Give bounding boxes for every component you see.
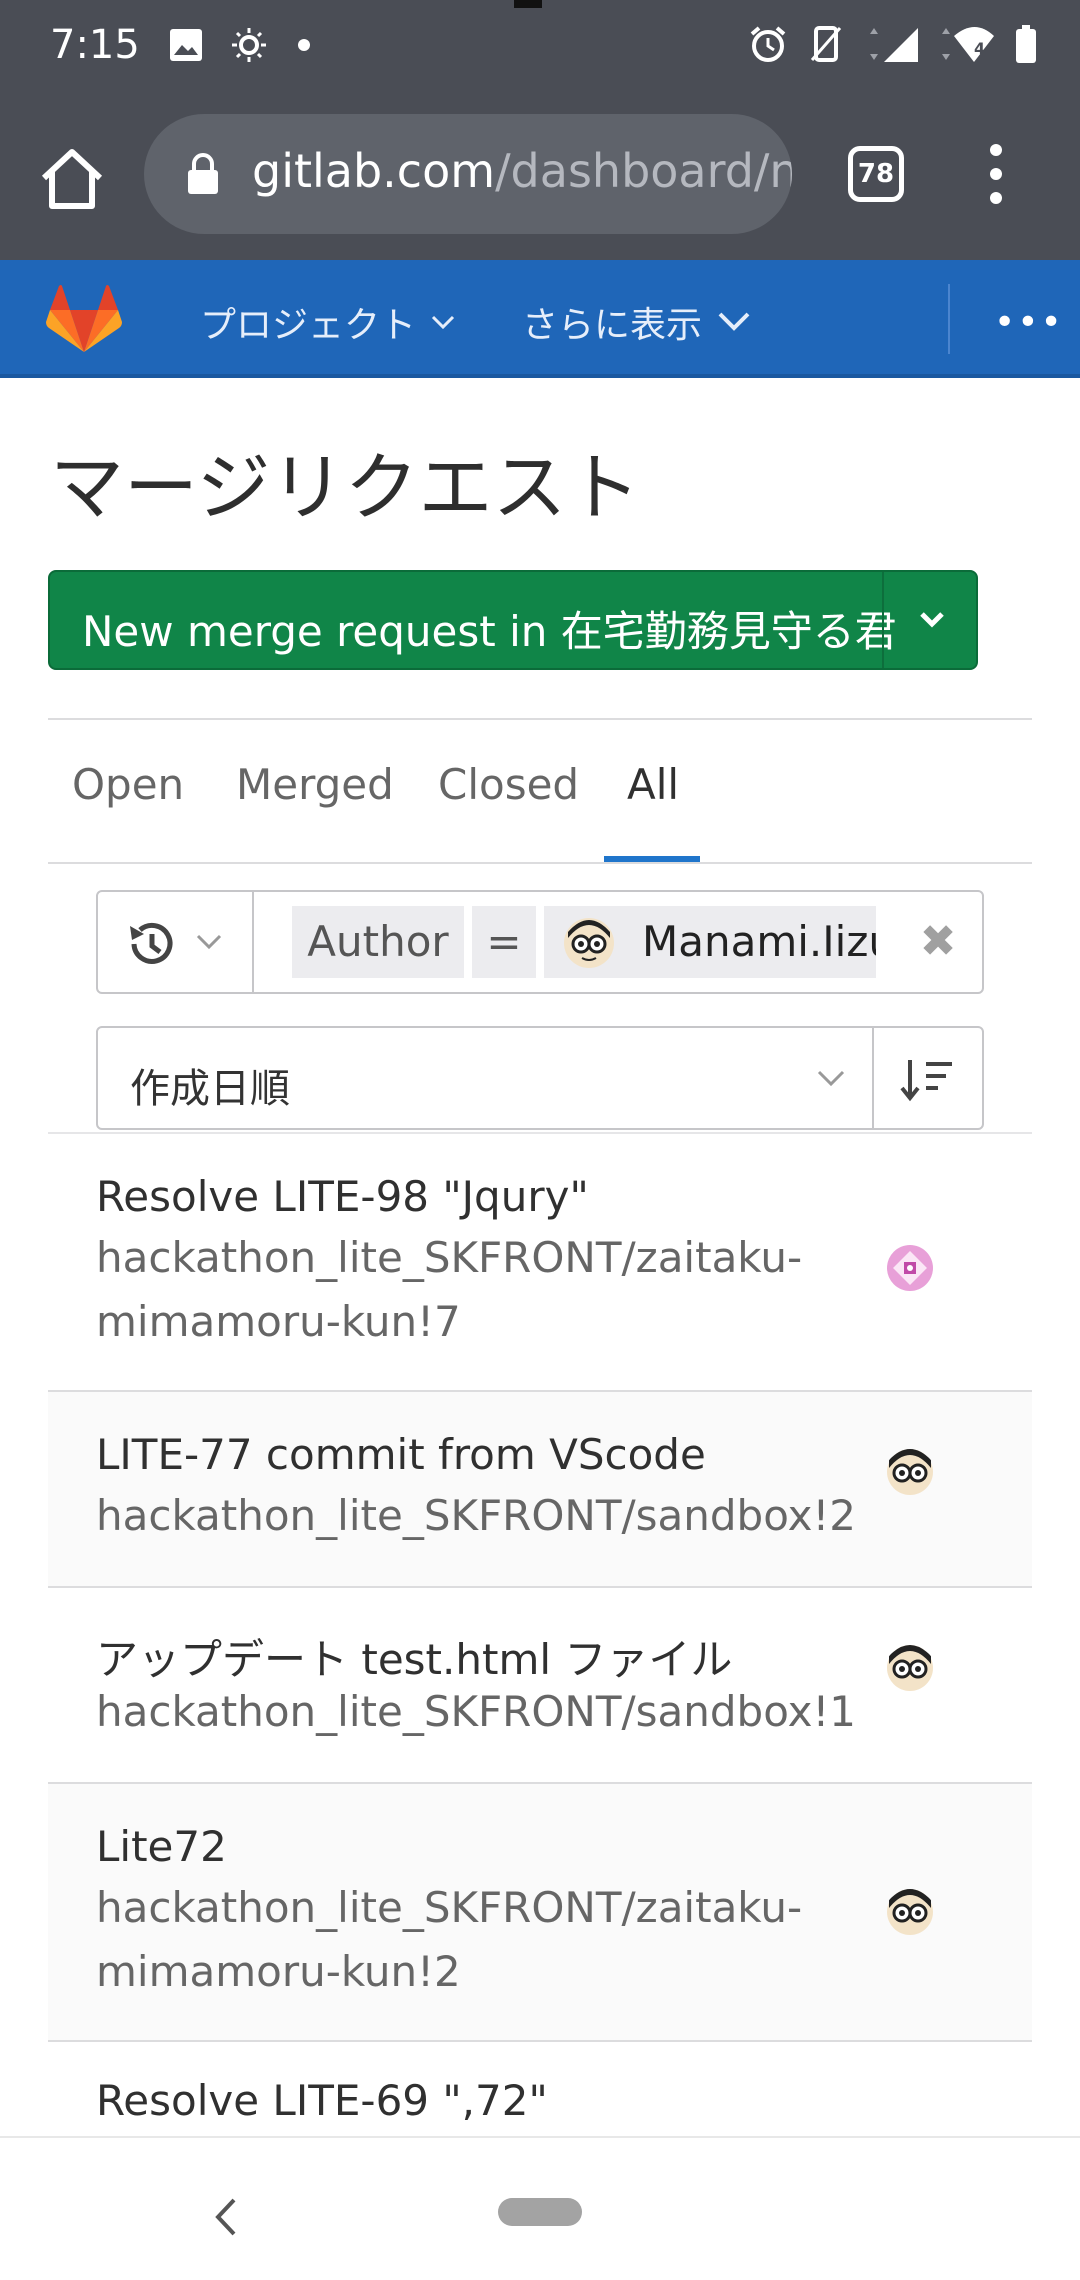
tab-open[interactable]: Open [72, 760, 184, 809]
lock-icon [188, 153, 218, 194]
vibrate-icon [810, 26, 842, 62]
back-icon[interactable] [210, 2194, 240, 2240]
divider [48, 862, 1032, 864]
url-host: gitlab.com [252, 144, 496, 198]
user-avatar [887, 1449, 933, 1495]
merge-request-row[interactable]: Resolve LITE-69 ",72" [48, 2042, 1032, 2136]
url-path: /dashboard/n [495, 144, 792, 198]
nav-projects-dropdown[interactable]: プロジェクト [200, 296, 456, 348]
filter-token-value-text: Manami.Iizu [642, 917, 876, 966]
more-vert-icon[interactable] [980, 142, 1012, 206]
nav-projects-label: プロジェクト [200, 305, 417, 346]
url-text: gitlab.com/dashboard/n [252, 144, 792, 198]
filter-token-field[interactable]: Author [292, 906, 464, 978]
dot-icon [298, 39, 310, 51]
tab-switcher-button[interactable]: 78 [848, 146, 904, 202]
merge-request-row[interactable]: LITE-77 commit from VScode hackathon_lit… [48, 1392, 1032, 1588]
merge-request-title[interactable]: Lite72 [96, 1822, 227, 1871]
reference-line: mimamoru-kun!2 [96, 1947, 461, 1996]
browser-toolbar: gitlab.com/dashboard/n 78 [0, 96, 1080, 260]
reference-line: hackathon_lite_SKFRONT/zaitaku- [96, 1233, 803, 1282]
tab-merged[interactable]: Merged [236, 760, 394, 809]
recent-searches-button[interactable] [98, 892, 254, 992]
reference-line: hackathon_lite_SKFRONT/zaitaku- [96, 1883, 803, 1932]
brightness-icon [232, 28, 266, 62]
home-gesture-pill[interactable] [498, 2198, 582, 2226]
signal-icon [870, 28, 918, 62]
sort-direction-icon[interactable] [900, 1056, 956, 1102]
home-icon[interactable] [38, 144, 106, 212]
merge-request-reference: hackathon_lite_SKFRONT/sandbox!1 [96, 1687, 857, 1736]
user-avatar [887, 1889, 933, 1935]
user-avatar [564, 918, 614, 968]
reference-line: mimamoru-kun!7 [96, 1297, 461, 1346]
status-right-icons: 4 [748, 24, 1038, 64]
tab-all[interactable]: All [627, 760, 679, 809]
gitlab-navbar: プロジェクト さらに表示 ••• [0, 260, 1080, 378]
button-divider [882, 572, 884, 668]
status-time: 7:15 [50, 22, 140, 68]
nav-more-label: さらに表示 [522, 305, 703, 346]
address-bar[interactable]: gitlab.com/dashboard/n [144, 114, 792, 234]
camera-notch [514, 0, 542, 8]
page-title: マージリクエスト [50, 445, 641, 531]
merge-request-title[interactable]: Resolve LITE-69 ",72" [96, 2076, 548, 2125]
clear-filter-icon[interactable]: ✖ [910, 914, 966, 970]
alarm-icon [750, 26, 786, 62]
sort-dropdown[interactable]: 作成日順 [130, 1056, 290, 1114]
filter-token-operator[interactable]: = [472, 906, 536, 978]
history-icon [130, 922, 173, 964]
new-merge-request-label: New merge request in 在宅勤務見守る君 [82, 607, 897, 656]
gitlab-logo-icon[interactable] [46, 284, 122, 354]
sort-control: 作成日順 [96, 1026, 984, 1130]
wifi-icon: 4 [942, 27, 994, 62]
merge-request-row[interactable]: Resolve LITE-98 "Jqury" hackathon_lite_S… [48, 1134, 1032, 1392]
merge-request-reference: hackathon_lite_SKFRONT/zaitaku- mimamoru… [96, 1876, 802, 2004]
merge-request-title[interactable]: Resolve LITE-98 "Jqury" [96, 1172, 589, 1221]
chevron-down-icon [718, 312, 750, 331]
chevron-down-icon [431, 315, 455, 330]
merge-request-title[interactable]: LITE-77 commit from VScode [96, 1430, 706, 1479]
nav-overflow-button[interactable]: ••• [994, 302, 1064, 343]
filter-token-value[interactable]: Manami.Iizu [544, 906, 876, 978]
chevron-down-icon[interactable] [912, 600, 952, 640]
pattern-avatar [887, 1245, 933, 1291]
svg-text:4: 4 [974, 39, 985, 58]
system-navigation-bar [0, 2136, 1080, 2280]
filtered-search-bar[interactable]: Author = Manami.Iizu ✖ [96, 890, 984, 994]
tab-closed[interactable]: Closed [438, 760, 579, 809]
battery-icon [1016, 25, 1036, 63]
merge-request-title[interactable]: アップデート test.html ファイル [96, 1626, 732, 1687]
user-avatar [887, 1645, 933, 1691]
chevron-down-icon [196, 934, 222, 950]
new-merge-request-button[interactable]: New merge request in 在宅勤務見守る君 [48, 570, 978, 670]
divider [48, 718, 1032, 720]
merge-request-row[interactable]: Lite72 hackathon_lite_SKFRONT/zaitaku- m… [48, 1784, 1032, 2042]
merge-request-row[interactable]: アップデート test.html ファイル hackathon_lite_SKF… [48, 1588, 1032, 1784]
nav-more-dropdown[interactable]: さらに表示 [522, 296, 752, 348]
status-left-icons [168, 26, 314, 64]
sort-divider [872, 1028, 874, 1128]
nav-divider [948, 284, 950, 354]
status-bar: 7:15 4 [0, 0, 1080, 96]
chevron-down-icon[interactable] [814, 1064, 848, 1094]
merge-request-reference: hackathon_lite_SKFRONT/sandbox!2 [96, 1491, 857, 1540]
image-icon [170, 29, 202, 61]
merge-request-reference: hackathon_lite_SKFRONT/zaitaku- mimamoru… [96, 1226, 802, 1354]
